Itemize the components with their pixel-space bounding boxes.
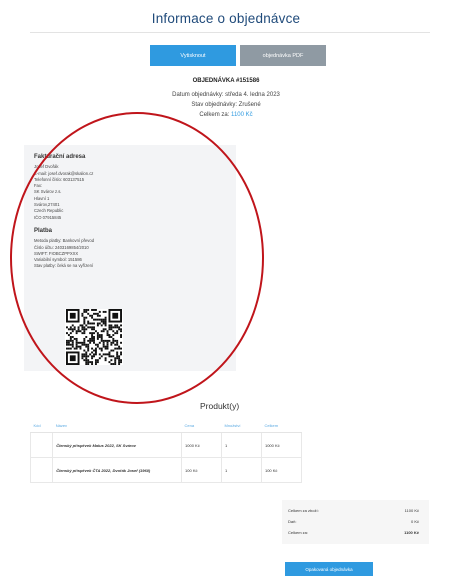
- table-row: Členský příspěvek Malus 2022, SK Svárov …: [29, 432, 303, 458]
- cell-name[interactable]: Členský příspěvek ČTA 2022, Dvořák Josef…: [52, 457, 183, 483]
- summary-total-value: 1100 Kč: [404, 530, 419, 535]
- page-title: Informace o objednávce: [151, 11, 301, 26]
- order-number: OBJEDNÁVKA #151586: [192, 78, 260, 84]
- order-total-label: Celkem za:: [199, 112, 230, 118]
- order-date: Datum objednávky: středa 4. ledna 2023: [172, 92, 280, 98]
- red-annotation-circle: [10, 112, 264, 404]
- cell-price: 100 Kč: [181, 457, 222, 483]
- summary-subtotal-row: Celkem za zboží: 1100 Kč: [288, 508, 419, 513]
- cell-code: [29, 457, 54, 483]
- title-divider: [30, 32, 430, 33]
- summary-total-row: Celkem za: 1100 Kč: [288, 530, 419, 535]
- cell-total: 100 Kč: [260, 457, 303, 483]
- column-header-total: Celkem: [261, 418, 302, 433]
- products-table: Kód Název Cena Množství Celkem Členský p…: [29, 418, 303, 483]
- order-total: Celkem za: 1100 Kč: [0, 110, 452, 120]
- pdf-button[interactable]: objednávka PDF: [240, 45, 326, 66]
- cell-price: 1000 Kč: [181, 432, 222, 458]
- table-row: Členský příspěvek ČTA 2022, Dvořák Josef…: [29, 457, 303, 483]
- summary-subtotal-label: Celkem za zboží:: [288, 508, 319, 513]
- summary-tax-value: 0 Kč: [410, 519, 419, 524]
- column-header-code: Kód: [30, 418, 53, 433]
- cell-quantity: 1: [221, 432, 262, 458]
- summary-tax-label: Daň:: [288, 519, 297, 524]
- products-title: Produkt(y): [200, 401, 240, 411]
- print-button[interactable]: Vytisknout: [150, 45, 236, 66]
- order-summary: Celkem za zboží: 1100 Kč Daň: 0 Kč Celke…: [282, 500, 429, 544]
- reorder-button[interactable]: Opakovaná objednávka: [285, 562, 373, 576]
- order-header: OBJEDNÁVKA #151586 Datum objednávky: stř…: [0, 76, 452, 120]
- summary-subtotal-value: 1100 Kč: [404, 508, 419, 513]
- summary-tax-row: Daň: 0 Kč: [288, 519, 419, 524]
- cell-name[interactable]: Členský příspěvek Malus 2022, SK Svárov: [52, 432, 183, 458]
- order-total-value: 1100 Kč: [231, 112, 253, 118]
- summary-total-label: Celkem za:: [288, 530, 309, 535]
- order-status: Stav objednávky: Zrušené: [191, 102, 261, 108]
- table-header-row: Kód Název Cena Množství Celkem: [30, 418, 302, 433]
- cell-total: 1000 Kč: [260, 432, 303, 458]
- column-header-price: Cena: [181, 418, 222, 433]
- column-header-quantity: Množství: [221, 418, 262, 433]
- cell-code: [29, 432, 54, 458]
- column-header-name: Název: [52, 418, 182, 433]
- cell-quantity: 1: [221, 457, 262, 483]
